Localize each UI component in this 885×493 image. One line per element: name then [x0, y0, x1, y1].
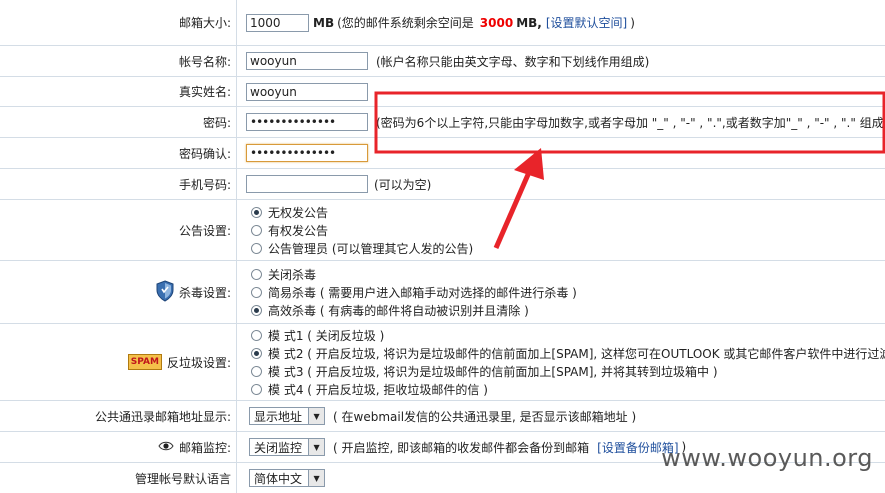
watermark: www.wooyun.org	[661, 444, 873, 472]
antivirus-label-cell: 杀毒设置:	[0, 261, 237, 323]
notice-label: 公告设置:	[0, 200, 237, 260]
notice-option[interactable]: 有权发公告	[243, 221, 473, 239]
radio-button[interactable]	[251, 304, 262, 316]
mailbox-size-label: 邮箱大小:	[0, 0, 237, 45]
antivirus-label: 杀毒设置:	[178, 285, 231, 300]
mailbox-size-unit: MB	[313, 15, 335, 30]
row-password-confirm: 密码确认:	[0, 138, 885, 169]
row-notice: 公告设置: 无权发公告 有权发公告 公告管理员 (可以管理其它人发的公告)	[0, 200, 885, 261]
mobile-input[interactable]	[246, 175, 368, 193]
antispam-label-cell: SPAM 反垃圾设置:	[0, 324, 237, 400]
monitor-label: 邮箱监控:	[178, 440, 231, 455]
radio-button[interactable]	[251, 268, 262, 280]
password-label: 密码:	[0, 107, 237, 137]
select-value: 显示地址	[254, 409, 303, 424]
real-name-label: 真实姓名:	[0, 77, 237, 106]
shield-icon	[156, 279, 174, 305]
mobile-label: 手机号码:	[0, 169, 237, 199]
radio-button[interactable]	[251, 242, 262, 254]
remaining-unit: MB,	[516, 15, 542, 30]
option-label: 模 式4 ( 开启反垃圾, 拒收垃圾邮件的信 )	[268, 382, 488, 397]
password-note: (密码为6个以上字符,只能由字母加数字,或者字母加 "_" , "-" , ".…	[376, 115, 884, 130]
eye-icon	[158, 440, 174, 454]
option-label: 简易杀毒 ( 需要用户进入邮箱手动对选择的邮件进行杀毒 )	[268, 285, 577, 300]
row-password: 密码: (密码为6个以上字符,只能由字母加数字,或者字母加 "_" , "-" …	[0, 107, 885, 138]
row-mobile: 手机号码: (可以为空)	[0, 169, 885, 200]
radio-button[interactable]	[251, 347, 262, 359]
mailbox-size-note-end: )	[630, 15, 635, 30]
language-label: 管理帐号默认语言	[0, 463, 237, 493]
option-label: 无权发公告	[268, 205, 329, 220]
select-value: 关闭监控	[254, 440, 303, 455]
radio-button[interactable]	[251, 206, 262, 218]
radio-button[interactable]	[251, 224, 262, 236]
row-antivirus: 杀毒设置: 关闭杀毒 简易杀毒 ( 需要用户进入邮箱手动对选择的邮件进行杀毒 )…	[0, 261, 885, 324]
notice-options: 无权发公告 有权发公告 公告管理员 (可以管理其它人发的公告)	[243, 203, 473, 257]
option-label: 模 式2 ( 开启反垃圾, 将识为是垃圾邮件的信前面加上[SPAM], 这样您可…	[268, 346, 885, 361]
antivirus-option[interactable]: 简易杀毒 ( 需要用户进入邮箱手动对选择的邮件进行杀毒 )	[243, 283, 577, 301]
row-mailbox-size: 邮箱大小: MB (您的邮件系统剩余空间是 3000 MB, [设置默认空间] …	[0, 0, 885, 46]
radio-button[interactable]	[251, 365, 262, 377]
monitor-label-cell: 邮箱监控:	[0, 432, 237, 462]
antispam-option[interactable]: 模 式2 ( 开启反垃圾, 将识为是垃圾邮件的信前面加上[SPAM], 这样您可…	[243, 344, 885, 362]
antispam-option[interactable]: 模 式1 ( 关闭反垃圾 )	[243, 326, 885, 344]
row-antispam: SPAM 反垃圾设置: 模 式1 ( 关闭反垃圾 ) 模 式2 ( 开启反垃圾,…	[0, 324, 885, 401]
address-book-note: ( 在webmail发信的公共通迅录里, 是否显示该邮箱地址 )	[333, 409, 637, 424]
address-book-label: 公共通迅录邮箱地址显示:	[0, 401, 237, 431]
radio-button[interactable]	[251, 329, 262, 341]
row-real-name: 真实姓名:	[0, 77, 885, 107]
chevron-down-icon[interactable]: ▼	[308, 470, 325, 486]
antivirus-option[interactable]: 关闭杀毒	[243, 265, 577, 283]
antispam-label: 反垃圾设置:	[166, 355, 231, 370]
real-name-input[interactable]	[246, 82, 368, 101]
account-name-note: (帐户名称只能由英文字母、数字和下划线作用组成)	[376, 54, 650, 69]
antispam-option[interactable]: 模 式3 ( 开启反垃圾, 将识为是垃圾邮件的信前面加上[SPAM], 并将其转…	[243, 362, 885, 380]
row-address-book: 公共通迅录邮箱地址显示: 显示地址 ▼ ( 在webmail发信的公共通迅录里,…	[0, 401, 885, 432]
chevron-down-icon[interactable]: ▼	[308, 408, 325, 424]
radio-button[interactable]	[251, 286, 262, 298]
mailbox-size-note: (您的邮件系统剩余空间是	[337, 16, 474, 30]
antivirus-options: 关闭杀毒 简易杀毒 ( 需要用户进入邮箱手动对选择的邮件进行杀毒 ) 高效杀毒 …	[243, 265, 577, 319]
remaining-space: 3000	[479, 15, 514, 30]
chevron-down-icon[interactable]: ▼	[308, 439, 325, 455]
select-value: 简体中文	[254, 471, 303, 486]
spam-icon: SPAM	[127, 354, 162, 370]
notice-option[interactable]: 公告管理员 (可以管理其它人发的公告)	[243, 239, 473, 257]
option-label: 公告管理员 (可以管理其它人发的公告)	[268, 241, 474, 256]
account-name-label: 帐号名称:	[0, 46, 237, 76]
option-label: 关闭杀毒	[268, 267, 317, 282]
option-label: 模 式3 ( 开启反垃圾, 将识为是垃圾邮件的信前面加上[SPAM], 并将其转…	[268, 364, 718, 379]
monitor-note: ( 开启监控, 即该邮箱的收发邮件都会备份到邮箱	[333, 440, 590, 455]
antivirus-option[interactable]: 高效杀毒 ( 有病毒的邮件将自动被识别并且清除 )	[243, 301, 577, 319]
radio-button[interactable]	[251, 383, 262, 395]
antispam-option[interactable]: 模 式4 ( 开启反垃圾, 拒收垃圾邮件的信 )	[243, 380, 885, 398]
set-default-space-link[interactable]: [设置默认空间]	[546, 14, 627, 31]
mailbox-size-input[interactable]	[246, 13, 309, 32]
notice-option[interactable]: 无权发公告	[243, 203, 473, 221]
option-label: 高效杀毒 ( 有病毒的邮件将自动被识别并且清除 )	[268, 303, 529, 318]
password-confirm-label: 密码确认:	[0, 138, 237, 168]
mobile-note: (可以为空)	[374, 177, 432, 192]
option-label: 模 式1 ( 关闭反垃圾 )	[268, 328, 385, 343]
address-display-select[interactable]: 显示地址 ▼	[249, 407, 326, 425]
antispam-options: 模 式1 ( 关闭反垃圾 ) 模 式2 ( 开启反垃圾, 将识为是垃圾邮件的信前…	[243, 326, 885, 398]
monitor-select[interactable]: 关闭监控 ▼	[249, 438, 326, 456]
option-label: 有权发公告	[268, 223, 329, 238]
password-confirm-input[interactable]	[246, 144, 368, 162]
account-name-input[interactable]	[246, 52, 368, 70]
password-input[interactable]	[246, 113, 368, 131]
row-account-name: 帐号名称: (帐户名称只能由英文字母、数字和下划线作用组成)	[0, 46, 885, 77]
language-select[interactable]: 简体中文 ▼	[249, 469, 326, 487]
